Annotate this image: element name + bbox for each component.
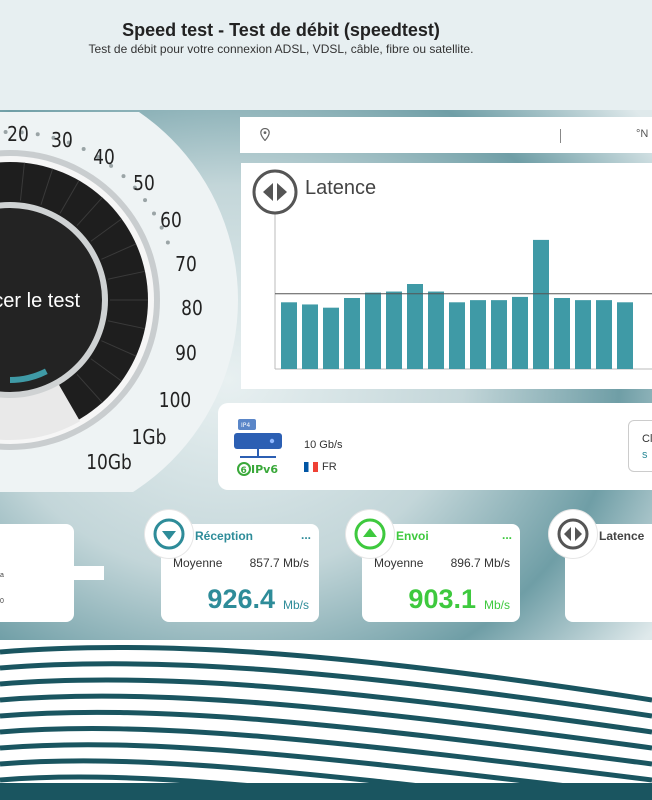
side-card-button[interactable]: Cl s [628,420,652,472]
gauge-tick-dot [35,132,40,137]
latency-bar [554,297,570,369]
latency-bar [533,239,549,369]
gauge-scale-label: 60 [160,210,182,233]
gauge-scale-label: 50 [133,173,155,196]
latency-title: Latence [305,177,377,199]
left-card-text-2: 0 [0,598,4,605]
latency-panel: Latence [241,163,652,389]
gauge-tick-dot [165,240,170,245]
gauge-scale-label: 30 [51,130,73,153]
gauge-tick-dot [81,147,86,152]
side-card-text-2: s [642,449,648,461]
upload-card: Envoi ... Moyenne 896.7 Mb/s 903.1 Mb/s [346,510,520,622]
gauge-tick-dot [121,174,126,179]
coordinates-text: °N , [636,128,652,140]
location-bar: °N , [240,117,652,153]
ipv6-server-icon: IP4 6 IPv6 [232,419,288,486]
page-header: Speed test - Test de débit (speedtest) T… [0,0,652,110]
upload-title: Envoi [396,529,429,543]
gauge-tick-dot [143,198,148,203]
upload-average-label: Moyenne [374,556,424,570]
separator [560,129,561,143]
reception-value: 926.4 [207,584,275,614]
reception-card: Réception ... Moyenne 857.7 Mb/s 926.4 M… [145,510,319,622]
reception-average-label: Moyenne [173,556,223,570]
latency-bar [428,291,444,369]
upload-unit: Mb/s [483,598,510,612]
latency-bar [365,292,381,369]
latency-bar [491,300,507,369]
latency-bar [449,302,465,369]
latency-bar [617,302,633,369]
country: FR [304,461,337,473]
latency-bar [470,300,486,369]
reception-title: Réception [195,529,254,543]
gauge-scale-label: 70 [175,254,197,277]
upload-value: 903.1 [408,584,476,614]
left-card-text-1: a [0,572,4,579]
side-card-text-1: Cl [642,433,652,445]
latency-bar [281,302,297,369]
divider-bar [74,566,104,580]
connection-info-panel: IP4 6 IPv6 10 Gb/s FR [218,403,652,490]
gauge-tick-dot [152,211,157,216]
footer-bar [0,783,652,800]
latency-bar [344,297,360,369]
location-pin-icon [260,127,270,146]
ipv6-badge-text: IP4 [241,422,250,429]
latency-bar [386,291,402,369]
gauge-scale-label: 40 [93,147,115,170]
latency-card: Latence [549,510,652,622]
reception-unit: Mb/s [282,598,309,612]
latency-bar [323,307,339,369]
upload-menu-dots[interactable]: ... [502,528,512,542]
latency-card-icon [549,510,597,558]
gauge-scale-label: 20 [7,124,29,147]
country-code: FR [322,461,337,473]
ipv6-label: IPv6 [251,463,278,476]
latency-bar [596,300,612,369]
gauge-scale-label: 10Gb [86,452,132,475]
gauge-scale-label: 90 [175,343,197,366]
gauge-scale-label: 80 [181,298,203,321]
latency-bar [512,296,528,369]
page-subtitle: Test de débit pour votre connexion ADSL,… [88,42,474,56]
latency-bar [575,300,591,369]
connection-speed: 10 Gb/s [304,439,343,451]
gauge-scale-label: 1Gb [132,427,167,450]
start-button-label: cer le test [0,290,80,312]
france-flag-icon [304,462,318,472]
download-arrow-icon [145,510,193,558]
reception-menu-dots[interactable]: ... [301,528,311,542]
latency-bar [302,304,318,369]
reception-average-value: 857.7 Mb/s [249,556,309,570]
speed-gauge: cer le test 20 30 40 5060 70 80 90 100 1Gb10Gb [0,112,238,492]
upload-arrow-icon [346,510,394,558]
page-title: Speed test - Test de débit (speedtest) [122,20,440,40]
upload-average-value: 896.7 Mb/s [450,556,510,570]
latency-icon [251,168,299,221]
svg-text:6: 6 [241,466,247,476]
latency-card-title: Latence [599,529,645,543]
gauge-scale-label: 100 [159,390,191,413]
latency-bar [407,284,423,369]
latency-chart [274,213,652,370]
left-result-card: a 0 [0,524,74,622]
